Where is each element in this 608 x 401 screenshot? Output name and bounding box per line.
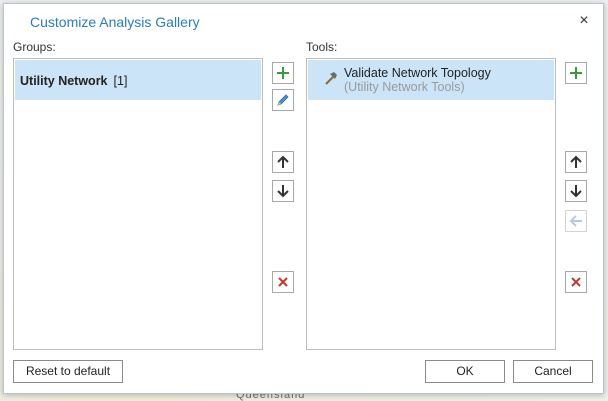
list-item-validate-network-topology[interactable]: Validate Network Topology (Utility Netwo… (308, 60, 554, 100)
add-tool-button[interactable] (565, 62, 587, 84)
delete-x-icon (571, 277, 581, 287)
add-icon (570, 67, 582, 79)
dialog-title: Customize Analysis Gallery (30, 14, 200, 30)
close-button[interactable]: × (575, 12, 593, 30)
arrow-up-icon (570, 155, 582, 168)
customize-gallery-dialog: Customize Analysis Gallery × Groups: Uti… (3, 3, 604, 394)
delete-group-button[interactable] (272, 271, 294, 293)
tools-list[interactable]: Validate Network Topology (Utility Netwo… (306, 58, 556, 350)
edit-group-button[interactable] (272, 89, 294, 111)
move-group-up-button[interactable] (272, 151, 294, 173)
delete-tool-button[interactable] (565, 271, 587, 293)
ok-button[interactable]: OK (425, 360, 505, 383)
group-count: [1] (113, 74, 128, 88)
tool-toolbox: (Utility Network Tools) (344, 80, 465, 94)
tool-name: Validate Network Topology (344, 66, 491, 80)
cancel-button[interactable]: Cancel (513, 360, 593, 383)
groups-list[interactable]: Utility Network [1] (13, 58, 263, 350)
list-item-utility-network[interactable]: Utility Network [1] (15, 60, 261, 100)
group-name: Utility Network (20, 74, 108, 88)
groups-label: Groups: (13, 40, 56, 54)
arrow-down-icon (570, 185, 582, 198)
add-group-button[interactable] (272, 62, 294, 84)
move-tool-down-button[interactable] (565, 180, 587, 202)
move-tool-to-group-button[interactable] (565, 210, 587, 232)
delete-x-icon (278, 277, 288, 287)
edit-pencil-icon (277, 94, 289, 106)
tools-label: Tools: (306, 40, 338, 54)
move-tool-up-button[interactable] (565, 151, 587, 173)
arrow-down-icon (277, 185, 289, 198)
reset-to-default-button[interactable]: Reset to default (13, 360, 123, 383)
arrow-left-icon (569, 215, 582, 227)
arrow-up-icon (277, 155, 289, 168)
add-icon (277, 67, 289, 79)
move-group-down-button[interactable] (272, 180, 294, 202)
hammer-icon (325, 72, 337, 85)
